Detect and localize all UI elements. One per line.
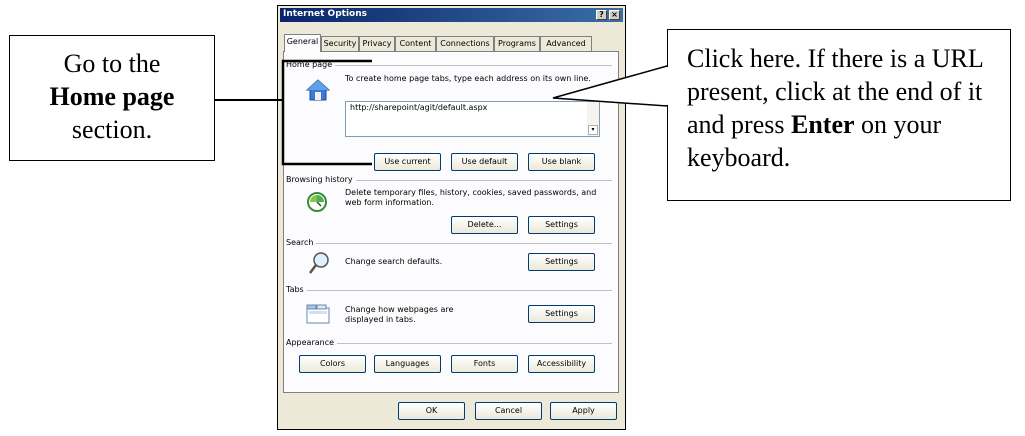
use-current-button[interactable]: Use current: [374, 153, 441, 171]
home-page-description: To create home page tabs, type each addr…: [345, 74, 591, 83]
callout-line-3: section.: [71, 115, 153, 144]
search-icon: [309, 252, 329, 274]
tab-security[interactable]: Security: [321, 36, 359, 51]
callout-bold-enter: Enter: [790, 110, 855, 139]
search-divider: [290, 243, 612, 244]
home-page-callout: Go to the Home page section.: [9, 35, 215, 161]
fonts-button[interactable]: Fonts: [451, 355, 518, 373]
close-button[interactable]: ×: [609, 10, 620, 20]
appearance-divider: [290, 343, 612, 344]
tab-general[interactable]: General: [284, 34, 321, 52]
title-bar[interactable]: Internet Options ? ×: [280, 8, 623, 22]
tab-privacy[interactable]: Privacy: [359, 36, 395, 51]
dialog-title: Internet Options: [283, 9, 367, 19]
help-button[interactable]: ?: [596, 10, 607, 20]
tab-programs[interactable]: Programs: [494, 36, 540, 51]
colors-button[interactable]: Colors: [299, 355, 366, 373]
tab-advanced[interactable]: Advanced: [540, 36, 592, 51]
use-default-button[interactable]: Use default: [451, 153, 518, 171]
callout-line-1: Go to the: [63, 49, 161, 78]
delete-history-button[interactable]: Delete...: [451, 216, 518, 234]
callout-bold-home-page: Home page: [49, 82, 175, 111]
tabs-label: Tabs: [286, 285, 307, 294]
appearance-label: Appearance: [286, 338, 338, 347]
tabs-icon: [306, 304, 330, 324]
url-scrollbar[interactable]: ▾: [587, 102, 599, 136]
search-label: Search: [286, 238, 317, 247]
home-page-label: Home page: [286, 60, 336, 69]
tabs-divider: [290, 290, 612, 291]
tab-connections[interactable]: Connections: [436, 36, 494, 51]
dialog-footer: OK Cancel Apply: [278, 398, 625, 428]
home-page-url-text: http://sharepoint/agit/default.aspx: [350, 103, 488, 112]
search-settings-button[interactable]: Settings: [528, 253, 595, 271]
browsing-history-settings-button[interactable]: Settings: [528, 216, 595, 234]
home-page-divider: [290, 65, 612, 66]
internet-options-dialog: Internet Options ? × General Security Pr…: [277, 5, 626, 430]
accessibility-button[interactable]: Accessibility: [528, 355, 595, 373]
history-icon: [307, 192, 327, 212]
browsing-history-description: Delete temporary files, history, cookies…: [345, 188, 597, 207]
apply-button[interactable]: Apply: [550, 402, 617, 420]
tab-content[interactable]: Content: [395, 36, 436, 51]
home-page-url-input[interactable]: http://sharepoint/agit/default.aspx ▾: [345, 101, 600, 137]
house-icon: [306, 79, 330, 101]
tabs-settings-button[interactable]: Settings: [528, 305, 595, 323]
general-tab-panel: Home page To create home page tabs, type…: [283, 51, 619, 393]
url-instruction-callout: Click here. If there is a URL present, c…: [667, 29, 1011, 201]
languages-button[interactable]: Languages: [374, 355, 441, 373]
ok-button[interactable]: OK: [398, 402, 465, 420]
tabs-description: Change how webpages are displayed in tab…: [345, 305, 454, 324]
use-blank-button[interactable]: Use blank: [528, 153, 595, 171]
browsing-history-label: Browsing history: [286, 175, 356, 184]
search-description: Change search defaults.: [345, 257, 443, 266]
scroll-down-icon[interactable]: ▾: [588, 125, 598, 135]
cancel-button[interactable]: Cancel: [475, 402, 542, 420]
